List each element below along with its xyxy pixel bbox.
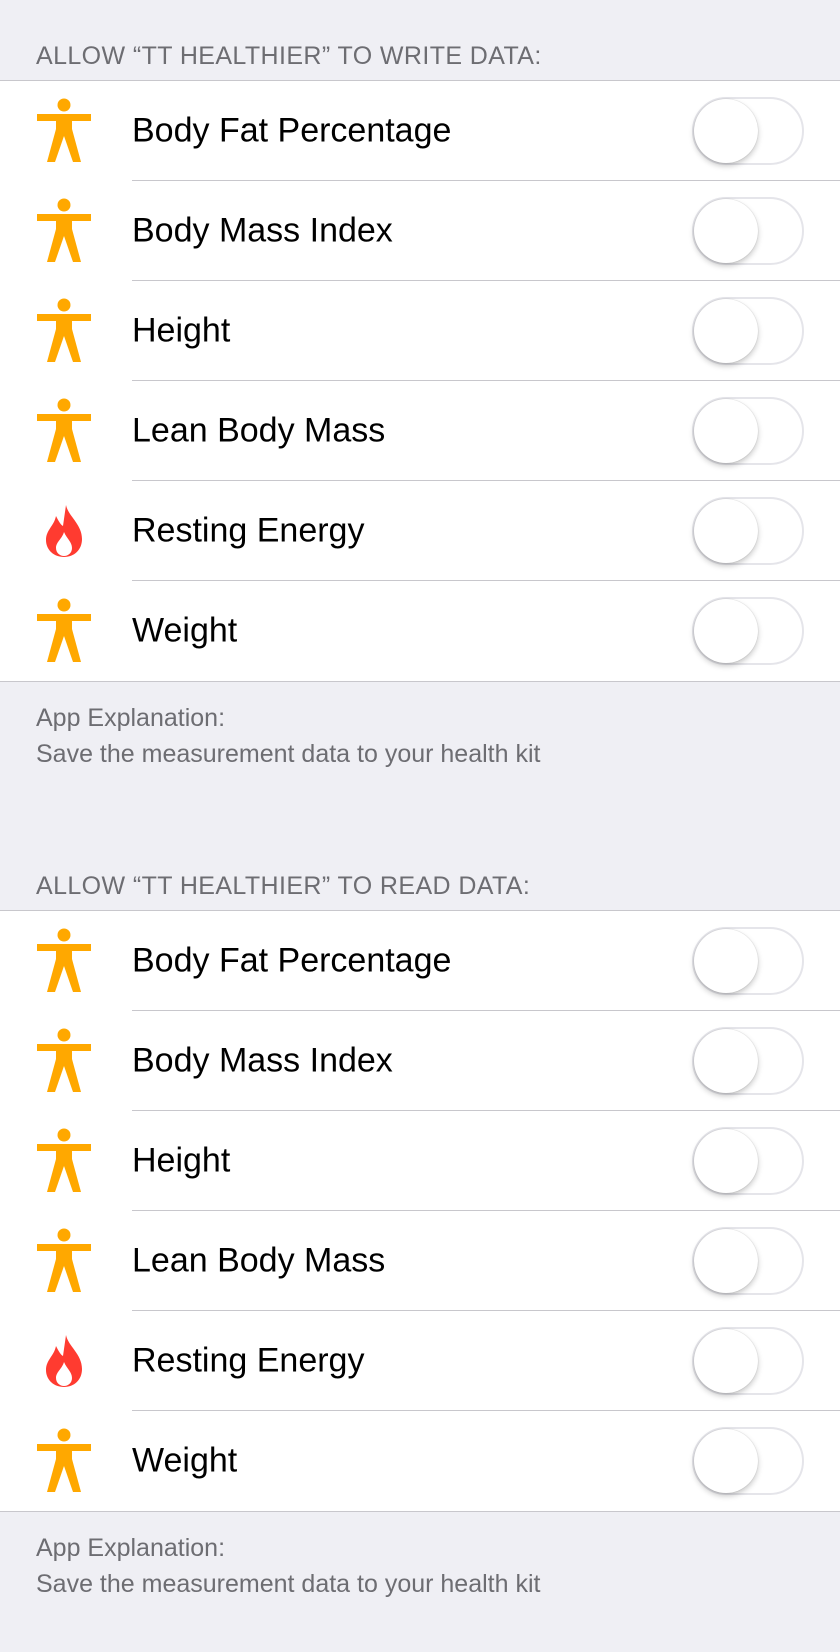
flame-icon [33,1328,95,1394]
read-section-footer: App Explanation: Save the measurement da… [0,1512,840,1652]
footer-text: Save the measurement data to your health… [36,1570,541,1598]
body-mass-index-read-toggle[interactable] [692,1027,804,1095]
item-label: Height [132,311,231,350]
toggle-knob [694,1029,758,1093]
figure-icon [33,398,95,464]
read-item-lean-body-mass[interactable]: Lean Body Mass [0,1211,840,1311]
write-item-resting-energy[interactable]: Resting Energy [0,481,840,581]
write-permissions-list: Body Fat Percentage Body Mass Index Heig… [0,80,840,682]
height-read-toggle[interactable] [692,1127,804,1195]
read-section-header: ALLOW “TT HEALTHIER” TO READ DATA: [36,872,531,900]
toggle-knob [694,199,758,263]
footer-text: Save the measurement data to your health… [36,740,541,768]
toggle-knob [694,929,758,993]
item-label: Lean Body Mass [132,1241,386,1280]
read-item-body-fat-percentage[interactable]: Body Fat Percentage [0,911,840,1011]
read-item-resting-energy[interactable]: Resting Energy [0,1311,840,1411]
write-item-lean-body-mass[interactable]: Lean Body Mass [0,381,840,481]
read-item-height[interactable]: Height [0,1111,840,1211]
item-label: Lean Body Mass [132,411,386,450]
figure-icon [33,98,95,164]
lean-body-mass-read-toggle[interactable] [692,1227,804,1295]
toggle-knob [694,499,758,563]
lean-body-mass-write-toggle[interactable] [692,397,804,465]
item-label: Body Fat Percentage [132,111,452,150]
body-fat-percentage-write-toggle[interactable] [692,97,804,165]
item-label: Body Mass Index [132,211,393,250]
health-permissions-page: ALLOW “TT HEALTHIER” TO WRITE DATA: Body… [0,0,840,1637]
item-label: Weight [132,1441,238,1480]
weight-write-toggle[interactable] [692,597,804,665]
write-item-body-mass-index[interactable]: Body Mass Index [0,181,840,281]
write-item-body-fat-percentage[interactable]: Body Fat Percentage [0,81,840,181]
write-section-header: ALLOW “TT HEALTHIER” TO WRITE DATA: [36,42,542,70]
resting-energy-write-toggle[interactable] [692,497,804,565]
item-label: Body Mass Index [132,1041,393,1080]
toggle-knob [694,299,758,363]
toggle-knob [694,399,758,463]
figure-icon [33,1228,95,1294]
toggle-knob [694,599,758,663]
item-label: Body Fat Percentage [132,941,452,980]
footer-title: App Explanation: [36,704,226,732]
toggle-knob [694,1429,758,1493]
flame-icon [33,498,95,564]
toggle-knob [694,1329,758,1393]
body-mass-index-write-toggle[interactable] [692,197,804,265]
figure-icon [33,928,95,994]
write-item-height[interactable]: Height [0,281,840,381]
figure-icon [33,598,95,664]
resting-energy-read-toggle[interactable] [692,1327,804,1395]
toggle-knob [694,1229,758,1293]
toggle-knob [694,1129,758,1193]
figure-icon [33,1128,95,1194]
read-permissions-list: Body Fat Percentage Body Mass Index Heig… [0,910,840,1512]
figure-icon [33,198,95,264]
figure-icon [33,298,95,364]
item-label: Resting Energy [132,1341,365,1380]
item-label: Resting Energy [132,511,365,550]
figure-icon [33,1028,95,1094]
write-item-weight[interactable]: Weight [0,581,840,681]
item-label: Weight [132,611,238,650]
item-label: Height [132,1141,231,1180]
write-section-footer: App Explanation: Save the measurement da… [0,682,840,830]
read-item-weight[interactable]: Weight [0,1411,840,1511]
figure-icon [33,1428,95,1494]
toggle-knob [694,99,758,163]
height-write-toggle[interactable] [692,297,804,365]
body-fat-percentage-read-toggle[interactable] [692,927,804,995]
footer-title: App Explanation: [36,1534,226,1562]
weight-read-toggle[interactable] [692,1427,804,1495]
read-item-body-mass-index[interactable]: Body Mass Index [0,1011,840,1111]
